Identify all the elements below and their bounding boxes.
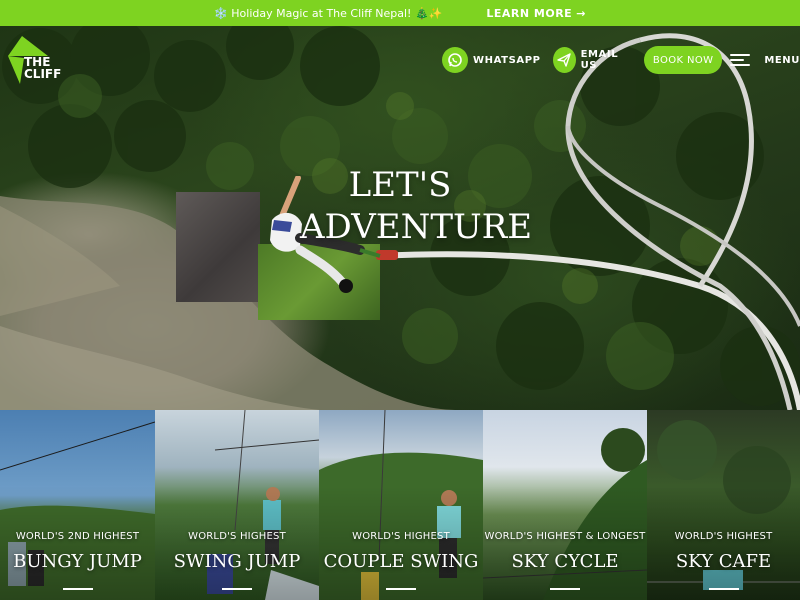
learn-more-label: LEARN MORE	[486, 6, 573, 20]
paper-plane-icon	[552, 47, 576, 73]
hero-title-line1: LET'S	[348, 165, 452, 205]
activity-underline	[62, 588, 93, 590]
whatsapp-icon	[442, 47, 468, 73]
activity-card-couple-swing[interactable]: WORLD'S HIGHEST COUPLE SWING	[319, 410, 483, 600]
activity-card-sky-cafe[interactable]: WORLD'S HIGHEST SKY CAFE	[647, 410, 800, 600]
menu-label: MENU	[764, 54, 800, 66]
announcement-bar: ❄️ Holiday Magic at The Cliff Nepal! 🎄✨ …	[0, 0, 800, 26]
hero-title-line2: ADVENTURE	[300, 207, 533, 247]
activity-underline	[222, 588, 252, 590]
activity-underline	[550, 588, 580, 590]
logo-line2: CLIFF	[24, 67, 62, 81]
activity-card-bungy-jump[interactable]: WORLD'S 2ND HIGHEST BUNGY JUMP	[0, 410, 155, 600]
activity-subtitle: WORLD'S 2ND HIGHEST	[15, 531, 140, 542]
whatsapp-link[interactable]: WHATSAPP	[442, 47, 541, 73]
activities-strip: WORLD'S 2ND HIGHEST BUNGY JUMP WORLD'S H…	[0, 410, 800, 600]
activity-subtitle: WORLD'S HIGHEST	[352, 531, 450, 542]
logo-wordmark: THE CLIFF	[24, 56, 61, 80]
hamburger-icon	[730, 53, 752, 67]
activity-underline	[708, 588, 739, 590]
hero-section: LET'S ADVENTURE	[0, 26, 800, 410]
activity-subtitle: WORLD'S HIGHEST	[674, 531, 773, 542]
learn-more-link[interactable]: LEARN MORE →	[486, 7, 586, 20]
activity-subtitle: WORLD'S HIGHEST & LONGEST	[484, 531, 646, 542]
whatsapp-label: WHATSAPP	[473, 54, 541, 66]
hero-title: LET'S ADVENTURE	[300, 164, 533, 248]
activity-name: SWING JUMP	[173, 551, 301, 572]
book-now-button[interactable]: BOOK NOW	[644, 46, 723, 74]
header-nav: WHATSAPP EMAIL US BOOK NOW MENU	[442, 46, 800, 74]
arrow-right-icon: →	[576, 6, 586, 20]
menu-button[interactable]: MENU	[730, 53, 800, 67]
activity-name: SKY CAFE	[675, 551, 772, 572]
activity-card-swing-jump[interactable]: WORLD'S HIGHEST SWING JUMP	[155, 410, 319, 600]
activity-underline	[386, 588, 416, 590]
email-label: EMAIL US	[580, 49, 619, 71]
activity-name: COUPLE SWING	[323, 551, 479, 572]
activity-name: SKY CYCLE	[511, 551, 619, 572]
email-link[interactable]: EMAIL US	[552, 47, 632, 73]
activity-card-sky-cycle[interactable]: WORLD'S HIGHEST & LONGEST SKY CYCLE	[483, 410, 647, 600]
activity-subtitle: WORLD'S HIGHEST	[188, 531, 286, 542]
announcement-message: ❄️ Holiday Magic at The Cliff Nepal! 🎄✨	[214, 6, 443, 20]
activity-name: BUNGY JUMP	[13, 551, 142, 572]
